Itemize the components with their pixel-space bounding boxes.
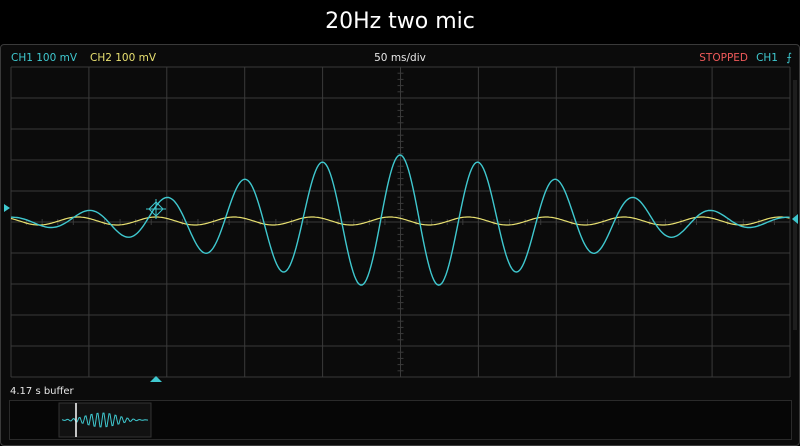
trigger-level-marker[interactable] bbox=[792, 214, 798, 224]
buffer-label: 4.17 s buffer bbox=[10, 386, 74, 397]
buffer-overview[interactable] bbox=[9, 400, 792, 440]
scope-display[interactable] bbox=[0, 0, 800, 446]
graticule bbox=[10, 66, 791, 378]
ch1-offset-marker[interactable] bbox=[4, 204, 10, 212]
